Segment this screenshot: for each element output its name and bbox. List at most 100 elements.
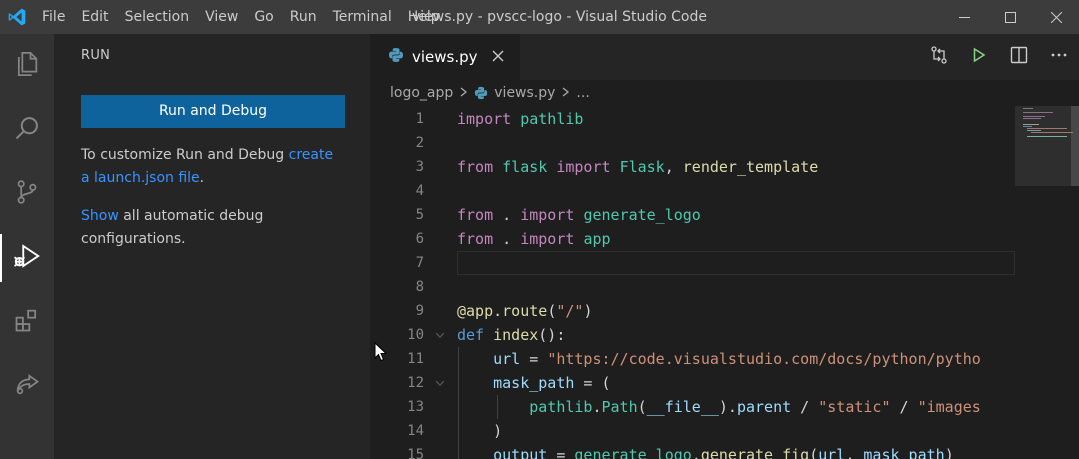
code-text: ): [457, 419, 502, 443]
code-token: =: [520, 350, 548, 368]
line-number: 15: [407, 447, 424, 459]
code-editor[interactable]: 1 import pathlib 2 3 from flask import Flask…: [370, 106, 1079, 459]
code-token: ): [457, 422, 503, 440]
menu-run[interactable]: Run: [282, 0, 325, 34]
activity-source-control[interactable]: [0, 162, 54, 226]
editor-actions: [919, 34, 1079, 80]
line-number: 4: [415, 183, 424, 199]
code-token: ): [944, 446, 954, 459]
code-text: def index():: [457, 323, 565, 347]
minimize-button[interactable]: [941, 0, 987, 34]
activity-search[interactable]: [0, 98, 54, 162]
breadcrumb: logo_app views.py ...: [370, 80, 1079, 106]
line-number: 13: [407, 399, 424, 415]
launch-json-file-link[interactable]: a launch.json file: [81, 170, 200, 186]
extensions-icon: [13, 306, 41, 338]
vertical-scrollbar[interactable]: [1071, 106, 1079, 186]
maximize-button[interactable]: [987, 0, 1033, 34]
open-changes-button[interactable]: [919, 34, 959, 80]
code-token: pathlib: [529, 398, 593, 416]
code-token: ).: [718, 398, 737, 416]
breadcrumb-file[interactable]: views.py: [494, 85, 555, 101]
split-editor-button[interactable]: [999, 34, 1039, 80]
code-token: .: [493, 206, 521, 224]
menu-view[interactable]: View: [197, 0, 246, 34]
create-launch-json-link[interactable]: create: [289, 147, 333, 163]
code-token: def: [457, 326, 485, 344]
editor-tabs: views.py: [370, 34, 1079, 80]
fold-chevron-icon[interactable]: [434, 323, 446, 347]
activity-bar: [0, 34, 54, 459]
chevron-right-icon: [561, 85, 570, 101]
show-configurations-text: Show all automatic debug configurations.: [81, 205, 361, 251]
code-line: 3 from flask import Flask, render_templat…: [370, 155, 1015, 179]
minimap[interactable]: [1015, 106, 1079, 459]
files-icon: [13, 50, 41, 82]
code-line: 10 def index():: [370, 323, 1015, 347]
code-token: generate_logo: [583, 206, 701, 224]
code-line: 14 ): [370, 419, 1015, 443]
line-number: 5: [415, 207, 424, 223]
menu-help[interactable]: Help: [400, 0, 448, 34]
tab-views-py[interactable]: views.py: [370, 34, 520, 80]
activity-extensions[interactable]: [0, 290, 54, 354]
code-token: route: [502, 302, 548, 320]
breadcrumb-folder[interactable]: logo_app: [390, 85, 453, 101]
source-control-icon: [13, 178, 41, 210]
line-number: 9: [415, 303, 424, 319]
close-window-button[interactable]: [1033, 0, 1079, 34]
close-icon[interactable]: [490, 48, 506, 64]
more-actions-button[interactable]: [1039, 34, 1079, 80]
code-token: app: [583, 230, 611, 248]
code-token: "/": [556, 302, 584, 320]
breadcrumb-more[interactable]: ...: [576, 85, 589, 101]
menu-selection[interactable]: Selection: [117, 0, 198, 34]
activity-run-debug[interactable]: [0, 226, 54, 290]
menu-edit[interactable]: Edit: [73, 0, 116, 34]
run-and-debug-button[interactable]: Run and Debug: [81, 95, 345, 128]
line-number: 14: [407, 423, 424, 439]
code-token: import: [520, 206, 575, 224]
fold-chevron-icon[interactable]: [434, 371, 446, 395]
live-share-icon: [13, 370, 41, 402]
code-text: from flask import Flask, render_template: [457, 155, 818, 179]
code-token: ): [583, 302, 593, 320]
code-token: Path: [601, 398, 638, 416]
code-token: ,: [664, 158, 683, 176]
code-token: ,: [845, 446, 864, 459]
code-text: from . import generate_logo: [457, 203, 701, 227]
code-token: index: [493, 326, 539, 344]
line-number: 7: [415, 255, 424, 271]
code-token: @app: [457, 302, 494, 320]
current-line-highlight: [457, 251, 1015, 275]
line-number: 1: [415, 111, 424, 127]
activity-explorer[interactable]: [0, 34, 54, 98]
line-number: 12: [407, 375, 424, 391]
run-debug-icon: [12, 241, 42, 275]
menu-go[interactable]: Go: [246, 0, 281, 34]
code-token: .: [493, 302, 503, 320]
minimap-preview: [1023, 108, 1073, 137]
menu-file[interactable]: File: [34, 0, 73, 34]
chevron-right-icon: [459, 85, 468, 101]
code-token: output: [493, 446, 548, 459]
code-token: (: [809, 446, 819, 459]
activity-live-share[interactable]: [0, 354, 54, 418]
code-line: 4: [370, 179, 1015, 203]
run-sidebar: RUN Run and Debug To customize Run and D…: [54, 34, 370, 459]
code-line: 1 import pathlib: [370, 107, 1015, 131]
code-text: mask_path = (: [457, 371, 610, 395]
menu-terminal[interactable]: Terminal: [325, 0, 400, 34]
show-configurations-link[interactable]: Show: [81, 208, 119, 224]
code-text: url = "https://code.visualstudio.com/doc…: [457, 347, 981, 371]
run-file-button[interactable]: [959, 34, 999, 80]
code-token: import: [556, 158, 611, 176]
search-icon: [13, 114, 41, 146]
